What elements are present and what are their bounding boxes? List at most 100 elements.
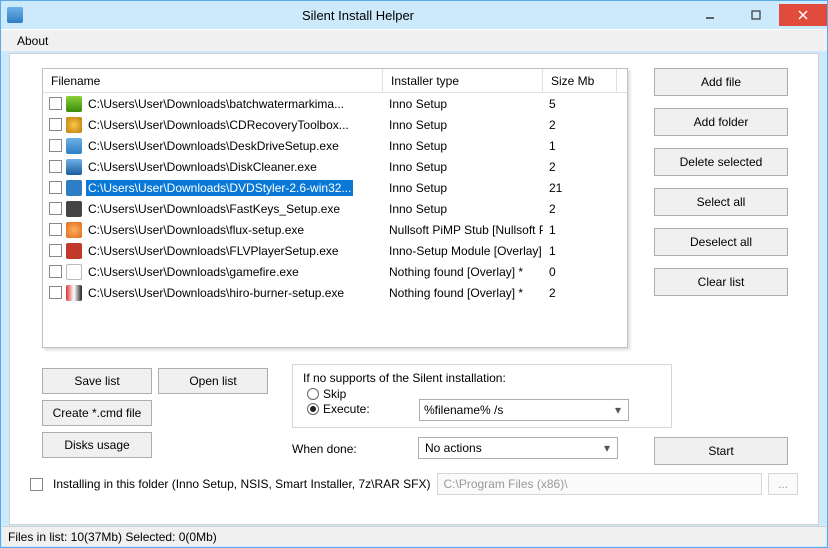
disks-usage-button[interactable]: Disks usage	[42, 432, 152, 458]
installer-text: Inno Setup	[383, 177, 543, 198]
size-text: 0	[543, 261, 617, 282]
file-icon	[66, 159, 82, 175]
filename-text: C:\Users\User\Downloads\DeskDriveSetup.e…	[86, 138, 341, 154]
table-row[interactable]: C:\Users\User\Downloads\gamefire.exe Noth…	[43, 261, 627, 282]
col-size[interactable]: Size Mb	[543, 69, 617, 92]
size-text: 2	[543, 156, 617, 177]
chevron-down-icon: ▾	[610, 402, 626, 418]
file-icon	[66, 117, 82, 133]
filename-text: C:\Users\User\Downloads\batchwatermarkim…	[86, 96, 346, 112]
create-cmd-button[interactable]: Create *.cmd file	[42, 400, 152, 426]
list-action-buttons: Save list Open list Create *.cmd file Di…	[42, 368, 268, 458]
installer-text: Inno Setup	[383, 93, 543, 114]
table-row[interactable]: C:\Users\User\Downloads\DeskDriveSetup.e…	[43, 135, 627, 156]
size-text: 2	[543, 198, 617, 219]
deselect-all-button[interactable]: Deselect all	[654, 228, 788, 256]
size-text: 5	[543, 93, 617, 114]
row-checkbox[interactable]	[49, 244, 62, 257]
file-icon	[66, 180, 82, 196]
execute-combo[interactable]: %filename% /s ▾	[419, 399, 629, 421]
when-done-combo[interactable]: No actions ▾	[418, 437, 618, 459]
col-installer[interactable]: Installer type	[383, 69, 543, 92]
row-checkbox[interactable]	[49, 265, 62, 278]
installer-text: Nothing found [Overlay] *	[383, 261, 543, 282]
file-icon	[66, 138, 82, 154]
menu-about[interactable]: About	[9, 32, 56, 50]
installer-text: Inno Setup	[383, 135, 543, 156]
filename-text: C:\Users\User\Downloads\hiro-burner-setu…	[86, 285, 346, 301]
row-checkbox[interactable]	[49, 223, 62, 236]
row-checkbox[interactable]	[49, 97, 62, 110]
table-row[interactable]: C:\Users\User\Downloads\FastKeys_Setup.e…	[43, 198, 627, 219]
file-icon	[66, 96, 82, 112]
browse-folder-button[interactable]: ...	[768, 473, 798, 495]
silent-group-label: If no supports of the Silent installatio…	[303, 371, 661, 385]
size-text: 1	[543, 240, 617, 261]
delete-selected-button[interactable]: Delete selected	[654, 148, 788, 176]
install-folder-checkbox[interactable]	[30, 478, 43, 491]
app-window: Silent Install Helper About Filename Ins…	[0, 0, 828, 548]
table-row[interactable]: C:\Users\User\Downloads\batchwatermarkim…	[43, 93, 627, 114]
menubar: About	[1, 29, 827, 51]
status-bar: Files in list: 10(37Mb) Selected: 0(0Mb)	[2, 526, 826, 546]
row-checkbox[interactable]	[49, 181, 62, 194]
installer-text: Nullsoft PiMP Stub [Nullsoft Pi...	[383, 219, 543, 240]
app-icon	[7, 7, 23, 23]
filename-text: C:\Users\User\Downloads\FLVPlayerSetup.e…	[86, 243, 341, 259]
row-checkbox[interactable]	[49, 160, 62, 173]
filename-text: C:\Users\User\Downloads\gamefire.exe	[86, 264, 301, 280]
install-folder-path[interactable]: C:\Program Files (x86)\	[437, 473, 763, 495]
file-icon	[66, 201, 82, 217]
window-title: Silent Install Helper	[29, 8, 687, 23]
filename-text: C:\Users\User\Downloads\FastKeys_Setup.e…	[86, 201, 342, 217]
table-row[interactable]: C:\Users\User\Downloads\flux-setup.exe Nu…	[43, 219, 627, 240]
select-all-button[interactable]: Select all	[654, 188, 788, 216]
file-list[interactable]: Filename Installer type Size Mb C:\Users…	[42, 68, 628, 348]
when-done-value: No actions	[425, 441, 482, 455]
maximize-button[interactable]	[733, 4, 779, 26]
radio-execute-label: Execute:	[323, 402, 370, 416]
table-row[interactable]: C:\Users\User\Downloads\DVDStyler-2.6-wi…	[43, 177, 627, 198]
size-text: 1	[543, 135, 617, 156]
size-text: 2	[543, 114, 617, 135]
filename-text: C:\Users\User\Downloads\DVDStyler-2.6-wi…	[86, 180, 353, 196]
side-buttons: Add file Add folder Delete selected Sele…	[654, 68, 788, 296]
table-row[interactable]: C:\Users\User\Downloads\DiskCleaner.exe I…	[43, 156, 627, 177]
start-button[interactable]: Start	[654, 437, 788, 465]
file-list-header: Filename Installer type Size Mb	[43, 69, 627, 93]
radio-skip-label: Skip	[323, 387, 346, 401]
install-folder-row: Installing in this folder (Inno Setup, N…	[30, 472, 798, 496]
open-list-button[interactable]: Open list	[158, 368, 268, 394]
row-checkbox[interactable]	[49, 286, 62, 299]
table-row[interactable]: C:\Users\User\Downloads\FLVPlayerSetup.e…	[43, 240, 627, 261]
silent-options-group: If no supports of the Silent installatio…	[292, 364, 672, 428]
file-icon	[66, 264, 82, 280]
save-list-button[interactable]: Save list	[42, 368, 152, 394]
size-text: 21	[543, 177, 617, 198]
radio-icon	[307, 388, 319, 400]
close-button[interactable]	[779, 4, 827, 26]
radio-icon	[307, 403, 319, 415]
execute-combo-value: %filename% /s	[424, 403, 503, 417]
install-folder-label: Installing in this folder (Inno Setup, N…	[53, 477, 431, 491]
row-checkbox[interactable]	[49, 118, 62, 131]
add-file-button[interactable]: Add file	[654, 68, 788, 96]
installer-text: Inno Setup	[383, 114, 543, 135]
table-row[interactable]: C:\Users\User\Downloads\hiro-burner-setu…	[43, 282, 627, 303]
clear-list-button[interactable]: Clear list	[654, 268, 788, 296]
col-filename[interactable]: Filename	[43, 69, 383, 92]
add-folder-button[interactable]: Add folder	[654, 108, 788, 136]
filename-text: C:\Users\User\Downloads\flux-setup.exe	[86, 222, 306, 238]
installer-text: Nothing found [Overlay] *	[383, 282, 543, 303]
row-checkbox[interactable]	[49, 202, 62, 215]
table-row[interactable]: C:\Users\User\Downloads\CDRecoveryToolbo…	[43, 114, 627, 135]
filename-text: C:\Users\User\Downloads\DiskCleaner.exe	[86, 159, 319, 175]
file-icon	[66, 222, 82, 238]
minimize-button[interactable]	[687, 4, 733, 26]
chevron-down-icon: ▾	[599, 440, 615, 456]
row-checkbox[interactable]	[49, 139, 62, 152]
installer-text: Inno-Setup Module [Overlay]	[383, 240, 543, 261]
installer-text: Inno Setup	[383, 198, 543, 219]
installer-text: Inno Setup	[383, 156, 543, 177]
client-area: Filename Installer type Size Mb C:\Users…	[9, 53, 819, 525]
